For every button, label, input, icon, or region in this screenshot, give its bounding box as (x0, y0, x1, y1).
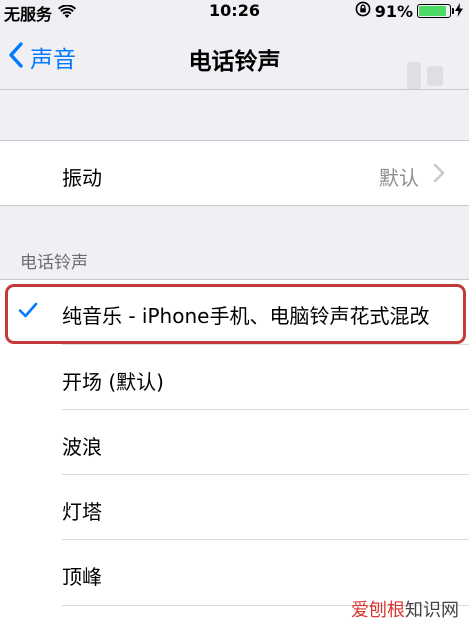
section-header-ringtones: 电话铃声 (20, 253, 88, 273)
watermark-part2: 知识网 (405, 600, 459, 621)
list-item-label: 波浪 (62, 435, 102, 459)
highlight-box (5, 284, 466, 344)
watermark-part1: 爱刨根 (351, 600, 405, 621)
orientation-lock-icon (355, 1, 371, 21)
group-bottom-divider (0, 205, 469, 206)
list-item-label: 灯塔 (62, 500, 102, 524)
list-item-label: 开场 (默认) (62, 370, 164, 394)
vibration-value: 默认 (379, 166, 419, 190)
status-right-group: 91% (355, 1, 463, 21)
row-divider (62, 539, 469, 540)
page-title: 电话铃声 (188, 49, 281, 75)
row-divider (62, 474, 469, 475)
vibration-row[interactable]: 振动 默认 (0, 141, 469, 205)
battery-percent: 91% (374, 1, 413, 21)
watermark: 爱刨根 知识网 (351, 596, 459, 622)
vibration-label: 振动 (62, 166, 102, 190)
list-item[interactable]: 开场 (默认) (0, 344, 469, 409)
chevron-right-icon (433, 163, 445, 187)
row-divider (62, 344, 469, 345)
battery-fill (419, 6, 447, 16)
row-divider (62, 409, 469, 410)
list-item[interactable]: 灯塔 (0, 474, 469, 539)
settings-screen: 无服务 10:26 91% 声音 电话铃声 振动 默认 电话铃声 纯音乐 - i… (0, 0, 469, 630)
battery-icon (417, 4, 454, 18)
navigation-bar: 声音 电话铃声 (0, 22, 469, 90)
status-bar: 无服务 10:26 91% (0, 0, 469, 24)
charging-bolt-icon (455, 2, 463, 21)
list-item-label: 顶峰 (62, 565, 102, 589)
list-item[interactable]: 波浪 (0, 409, 469, 474)
nav-divider (0, 89, 469, 90)
